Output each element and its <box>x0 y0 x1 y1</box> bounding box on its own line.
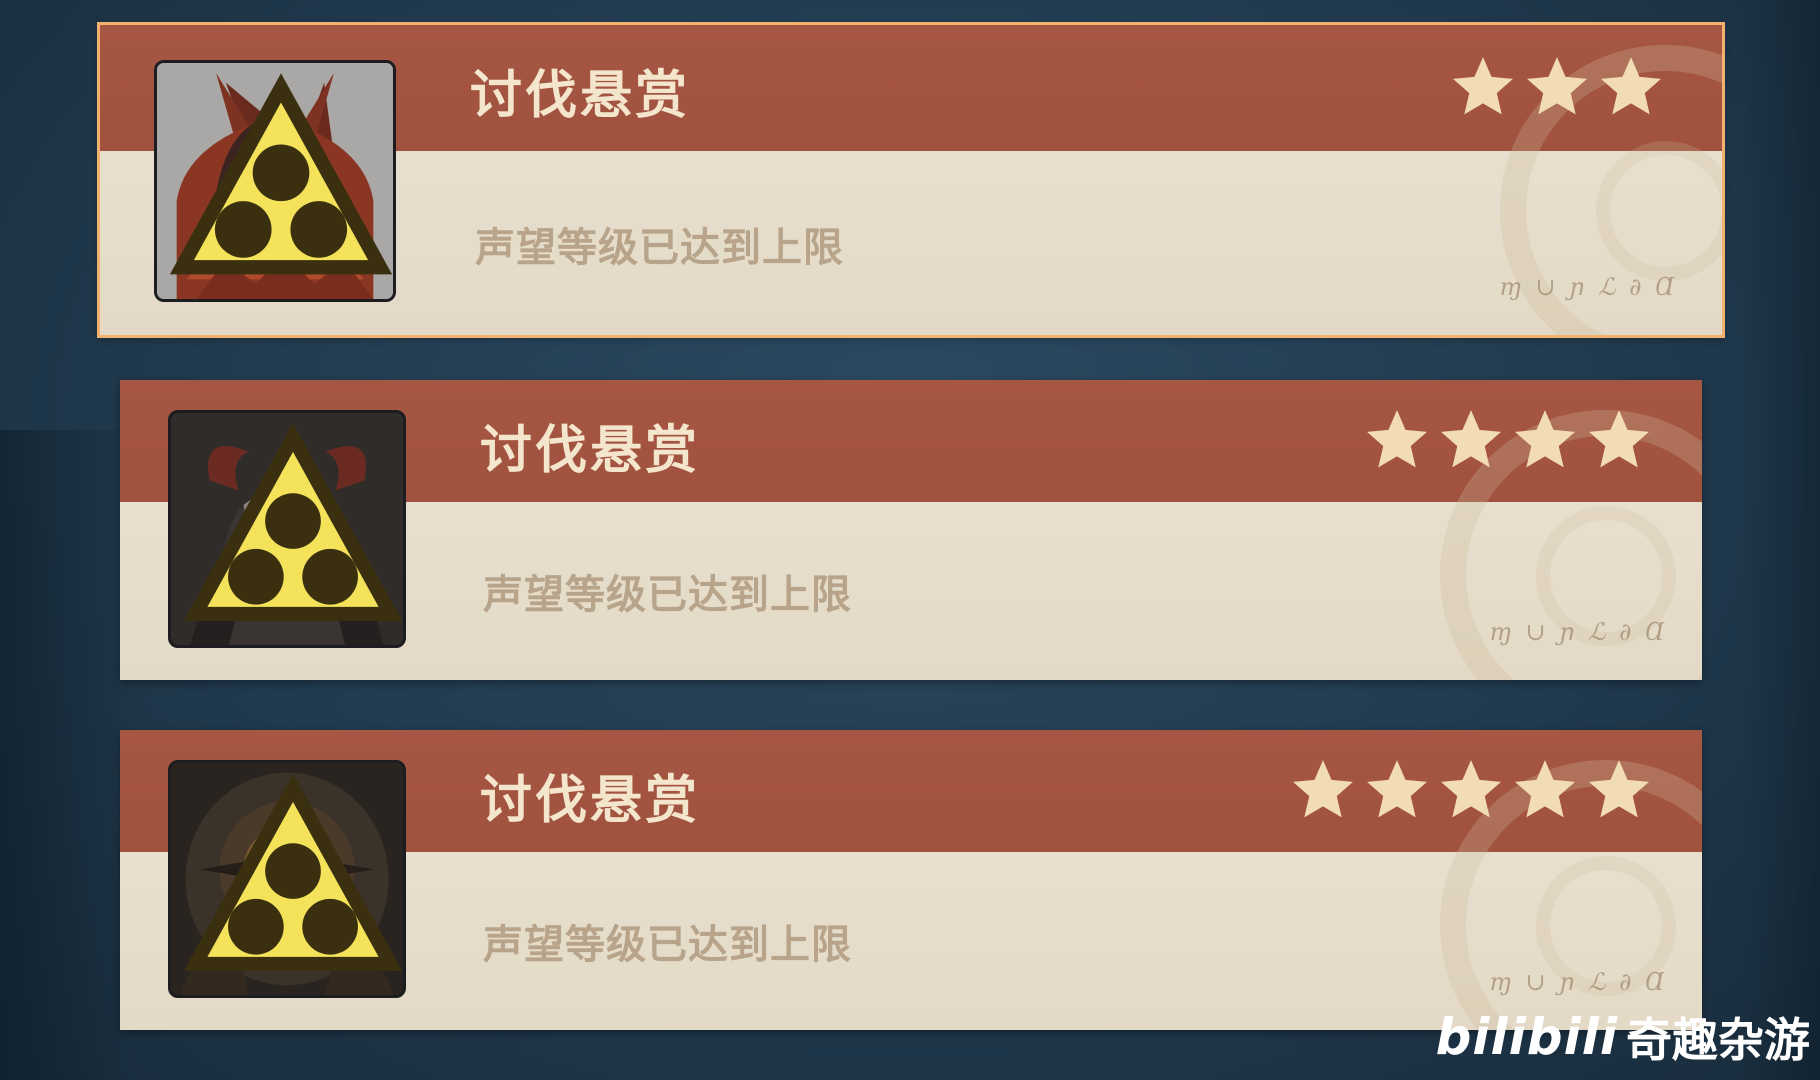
bounty-card[interactable]: 讨伐悬赏 声望等级已达到上限 ɱ ∪ ɲ ℒ ∂ Ɑ <box>120 730 1702 1030</box>
difficulty-stars <box>1450 53 1664 119</box>
armored-core-portrait <box>168 760 406 998</box>
star-icon <box>1515 760 1575 818</box>
star-icon <box>1441 760 1501 818</box>
teyvat-script-decoration: ɱ ∪ ɲ ℒ ∂ Ɑ <box>1489 968 1667 996</box>
star-icon <box>1367 410 1427 468</box>
star-icon <box>1441 410 1501 468</box>
rank-triangle-icon <box>169 73 393 275</box>
rank-triangle-icon <box>183 773 403 971</box>
bounty-card[interactable]: 讨伐悬赏 声望等级已达到上限 ɱ ∪ ɲ ℒ ∂ Ɑ <box>97 22 1725 338</box>
star-icon <box>1293 760 1353 818</box>
star-icon <box>1453 57 1513 115</box>
difficulty-stars <box>1290 756 1652 822</box>
bounty-title: 讨伐悬赏 <box>480 771 701 831</box>
star-icon <box>1589 760 1649 818</box>
hooded-monster-portrait <box>154 60 396 302</box>
background-shadow-right <box>1740 0 1820 1080</box>
star-icon <box>1589 410 1649 468</box>
teyvat-script-decoration: ɱ ∪ ɲ ℒ ∂ Ɑ <box>1499 273 1677 301</box>
star-icon <box>1527 57 1587 115</box>
star-icon <box>1515 410 1575 468</box>
star-icon <box>1601 57 1661 115</box>
rank-triangle-icon <box>183 423 403 621</box>
bounty-status-text: 声望等级已达到上限 <box>475 225 844 271</box>
difficulty-stars <box>1364 406 1652 472</box>
bounty-title: 讨伐悬赏 <box>470 66 691 126</box>
bounty-status-text: 声望等级已达到上限 <box>483 922 852 968</box>
teyvat-script-decoration: ɱ ∪ ɲ ℒ ∂ Ɑ <box>1489 618 1667 646</box>
bounty-title: 讨伐悬赏 <box>480 421 701 481</box>
channel-name: 奇趣杂游 <box>1626 1013 1810 1067</box>
bilibili-logo: bilibili <box>1435 1008 1618 1066</box>
horned-mask-portrait <box>168 410 406 648</box>
star-icon <box>1367 760 1427 818</box>
background-shadow-left <box>0 430 140 1080</box>
bounty-status-text: 声望等级已达到上限 <box>483 572 852 618</box>
bilibili-watermark: bilibili 奇趣杂游 <box>1436 1004 1810 1070</box>
bounty-card[interactable]: 讨伐悬赏 声望等级已达到上限 ɱ ∪ ɲ ℒ ∂ Ɑ <box>120 380 1702 680</box>
